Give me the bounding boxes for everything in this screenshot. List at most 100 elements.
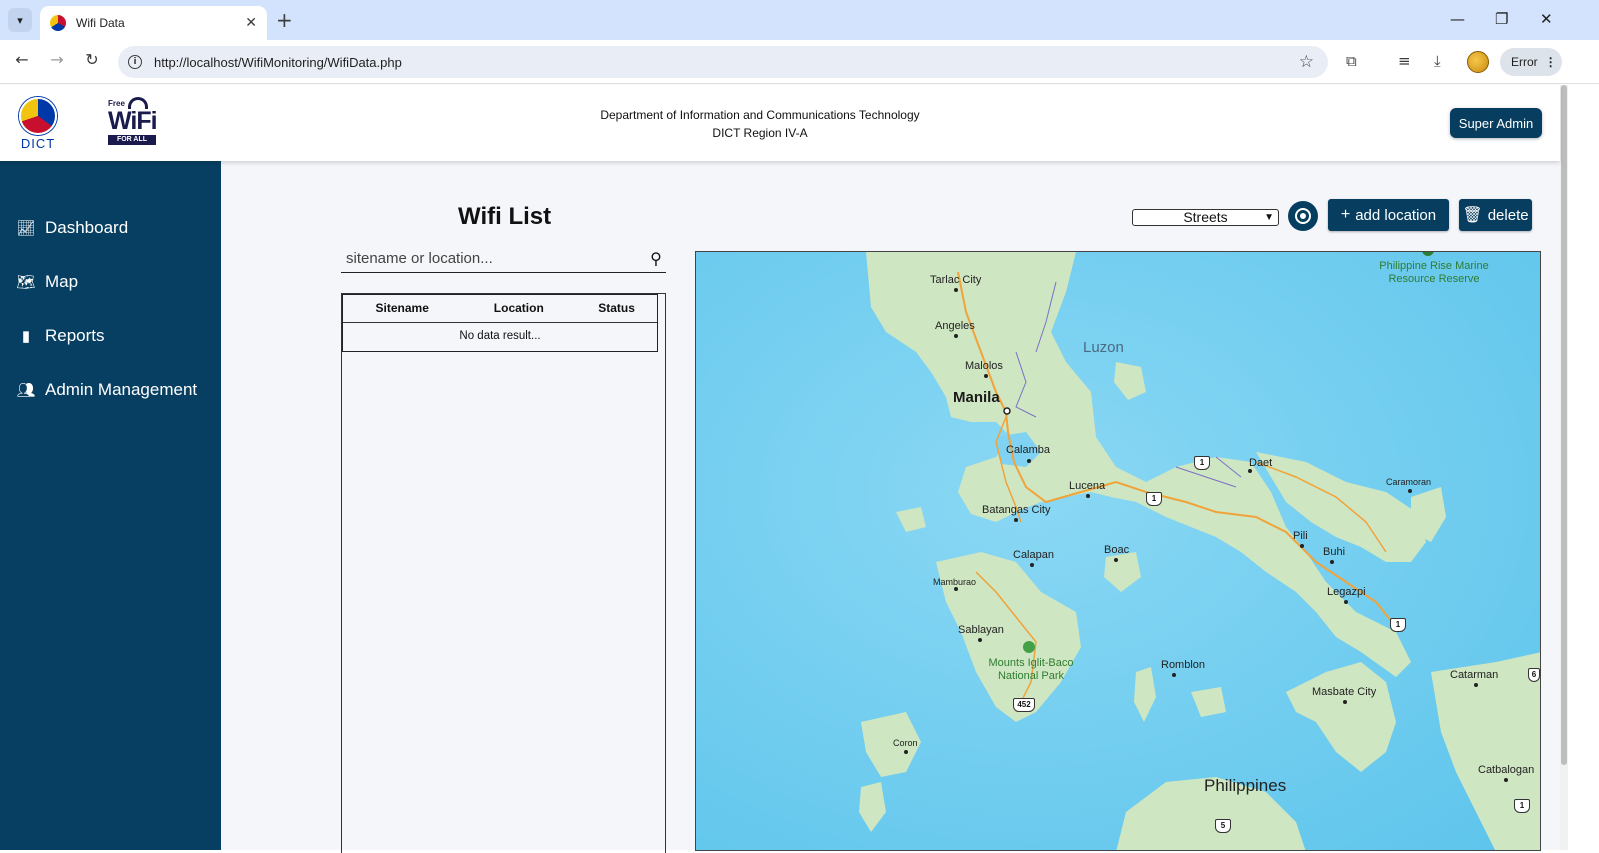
route-shield: 6 [1528,668,1540,682]
sidebar-item-admin-management[interactable]: 👥︎ Admin Management [16,380,197,400]
label-catarman: Catarman [1450,669,1499,681]
map-style-value: Streets [1183,209,1228,225]
city-dot [1343,700,1347,704]
sidebar-item-reports[interactable]: ▮ Reports [16,326,105,346]
trash-icon: 🗑︎ [1462,207,1483,224]
minimize-icon[interactable]: — [1450,10,1465,28]
browser-tab[interactable]: Wifi Data ✕ [40,6,267,40]
sidebar-item-label: Admin Management [45,380,198,399]
chevron-down-icon: ▼ [1264,212,1274,223]
label-buhi: Buhi [1323,546,1346,558]
tab-search-icon[interactable]: ▾ [8,8,32,32]
error-label: Error [1511,55,1538,69]
error-button[interactable]: Error ⋮ [1500,48,1562,76]
label-calapan: Calapan [1013,549,1054,561]
label-coron: Coron [893,738,918,748]
route-shield: 1 [1194,456,1210,470]
restore-icon[interactable]: ❐ [1495,10,1508,28]
route-shield: 1 [1514,799,1530,813]
bookmark-star-icon[interactable]: ☆ [1299,52,1314,72]
city-dot [954,288,958,292]
sidebar-item-label: Map [45,272,79,291]
wifi-table: Sitename Location Status No data result.… [342,294,658,350]
map-style-select[interactable]: Streets ▼ [1132,209,1279,226]
label-park: Mounts Iglit-Baco National Park [988,657,1074,682]
back-icon[interactable]: ← [10,50,34,69]
city-dot [1014,518,1018,522]
browser-toolbar: ← → ↻ i http://localhost/WifiMonitoring/… [0,40,1599,84]
city-dot [954,334,958,338]
sidebar-item-label: Reports [45,326,105,345]
city-dot [1248,469,1252,473]
park-marker [1023,641,1035,653]
search-icon[interactable]: ⚲ [646,249,666,268]
route-shield: 452 [1013,698,1035,712]
browser-menu-icon[interactable]: ⋮ [1545,55,1557,69]
page-scrollbar[interactable] [1560,85,1568,850]
scrollbar-thumb[interactable] [1561,85,1567,765]
label-philippines: Philippines [1204,776,1287,795]
label-tarlac: Tarlac City [930,274,982,286]
route-shield: 1 [1146,492,1162,506]
city-dot [1504,778,1508,782]
city-dot [1030,563,1034,567]
label-legazpi: Legazpi [1327,586,1366,598]
city-dot [1086,494,1090,498]
media-control-icon[interactable]: ≡ [1398,52,1411,70]
extensions-icon[interactable]: ⧉ [1346,52,1357,70]
city-dot [984,374,988,378]
tab-title: Wifi Data [76,16,125,30]
sidebar-item-label: Dashboard [45,218,129,237]
city-dot [1474,683,1478,687]
user-role-button[interactable]: Super Admin [1450,108,1542,138]
city-dot [1408,489,1412,493]
sidebar-item-dashboard[interactable]: 📈︎ Dashboard [16,218,128,238]
label-malolos: Malolos [965,360,1003,372]
reload-icon[interactable]: ↻ [80,50,104,69]
capital-marker [1003,407,1011,415]
locate-button[interactable] [1288,201,1318,231]
label-marine-reserve: Philippine Rise Marine Resource Reserve [1379,260,1489,285]
add-location-label: add location [1355,206,1437,224]
site-info-icon[interactable]: i [128,55,142,69]
label-romblon: Romblon [1161,659,1206,671]
route-shield: 1 [1390,618,1406,632]
page-title: Wifi List [458,203,552,230]
sidebar: 📈︎ Dashboard 🗺︎ Map ▮ Reports 👥︎ Admin M… [0,161,221,850]
label-pili: Pili [1293,530,1308,542]
city-dot [904,750,908,754]
map-view[interactable]: Philippine Rise Marine Resource Reserve … [695,251,1541,851]
address-bar[interactable]: i http://localhost/WifiMonitoring/WifiDa… [118,46,1328,78]
city-dot [1172,673,1176,677]
chart-line-icon: 📈︎ [16,220,36,237]
search-bar: ⚲ [341,245,666,273]
url-text[interactable]: http://localhost/WifiMonitoring/WifiData… [154,55,1299,70]
city-dot [1330,560,1334,564]
forward-icon[interactable]: → [45,50,69,69]
delete-button[interactable]: 🗑︎ delete [1459,199,1532,231]
plus-icon: + [1340,206,1351,223]
close-window-icon[interactable]: ✕ [1540,10,1553,28]
wifi-list-panel: Sitename Location Status No data result.… [341,293,666,853]
main-content: Wifi List ⚲ Sitename Location Status No … [221,161,1560,853]
city-dot [1300,544,1304,548]
sidebar-item-map[interactable]: 🗺︎ Map [16,272,78,292]
table-row: No data result... [342,322,658,350]
label-manila: Manila [953,389,1000,406]
search-input[interactable] [341,250,646,267]
clipboard-icon: ▮ [21,328,31,345]
close-tab-icon[interactable]: ✕ [245,15,257,31]
profile-avatar[interactable] [1467,51,1489,73]
route-shield: 5 [1215,819,1231,833]
empty-message: No data result... [459,330,541,343]
new-tab-icon[interactable]: + [276,8,293,32]
add-location-button[interactable]: + add location [1328,199,1449,231]
region-title: DICT Region IV-A [712,126,808,140]
download-icon[interactable]: ⤓ [1434,52,1441,70]
column-header-sitename[interactable]: Sitename [342,294,463,323]
column-header-status[interactable]: Status [575,294,658,323]
column-header-location[interactable]: Location [462,294,576,323]
label-mamburao: Mamburao [933,577,977,587]
users-icon: 👥︎ [16,382,36,399]
label-catbalogan: Catbalogan [1478,764,1535,776]
